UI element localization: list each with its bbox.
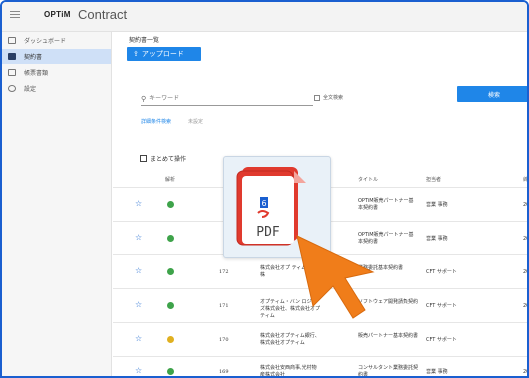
contract-date: 20 <box>523 269 529 275</box>
contract-owner: CFT サポート <box>426 269 457 275</box>
contract-date: 20 <box>523 236 529 242</box>
contract-date: 20 <box>523 303 529 309</box>
sidebar-item-label: 契約書 <box>24 54 43 61</box>
column-date[interactable]: 締 <box>523 176 527 183</box>
sidebar-item-dashboard[interactable]: ダッシュボード <box>2 33 111 48</box>
contract-owner: CFT サポート <box>426 337 457 343</box>
sidebar-item-contracts[interactable]: 契約書 <box>2 49 111 64</box>
sidebar-item-label: 設定 <box>24 86 37 93</box>
favorite-star-icon[interactable]: ☆ <box>135 334 142 343</box>
favorite-star-icon[interactable]: ☆ <box>135 300 142 309</box>
contract-owner: CFT サポート <box>426 303 457 309</box>
bulk-action-icon <box>140 155 147 162</box>
sidebar: ダッシュボード 契約書 帳票書類 設定 <box>2 32 112 376</box>
advanced-search-link[interactable]: 詳細条件検索 <box>141 118 171 125</box>
advanced-search-status: 未設定 <box>188 119 204 125</box>
app-window: OPTiM Contract ダッシュボード 契約書 帳票書類 設定 契約書一覧… <box>0 0 529 378</box>
sidebar-item-label: ダッシュボード <box>24 38 67 45</box>
contract-title: 販売パートナー基本契約書 <box>358 333 419 339</box>
pdf-badge: 6 <box>261 199 266 208</box>
sidebar-item-settings[interactable]: 設定 <box>2 81 111 96</box>
bulk-action[interactable]: まとめて操作 <box>140 154 186 163</box>
dashboard-icon <box>8 37 16 44</box>
page-title: 契約書一覧 <box>129 37 160 44</box>
contract-date: 20 <box>523 369 529 375</box>
column-title[interactable]: タイトル <box>358 176 378 183</box>
contract-number: 169 <box>219 369 229 375</box>
bulk-action-label: まとめて操作 <box>150 156 187 163</box>
favorite-star-icon[interactable]: ☆ <box>135 266 142 275</box>
fulltext-checkbox[interactable] <box>314 94 320 101</box>
upload-button-label: アップロード <box>141 50 184 58</box>
table-row[interactable]: ☆ 170 株式会社オプティム銀行、株式会社オプティム 販売パートナー基本契約書 CFT… <box>113 322 527 356</box>
contract-icon <box>8 53 16 60</box>
contract-number: 171 <box>219 303 229 309</box>
search-icon: ⚲ <box>141 94 147 103</box>
fulltext-option[interactable]: 全文検索 <box>314 94 343 101</box>
analysis-status-icon <box>167 268 174 275</box>
app-name: Contract <box>78 7 128 22</box>
contract-parties: 株式会社オプティム銀行、株式会社オプティム <box>260 333 320 346</box>
contract-title: コンサルタント業務委託契約書 <box>358 365 419 378</box>
favorite-star-icon[interactable]: ☆ <box>135 199 142 208</box>
column-owner[interactable]: 担当者 <box>426 176 441 183</box>
menu-icon[interactable] <box>10 11 20 19</box>
search-button[interactable]: 検索 <box>457 86 527 102</box>
favorite-star-icon[interactable]: ☆ <box>135 366 142 375</box>
drag-cursor-icon <box>296 235 375 319</box>
table-row[interactable]: ☆ 169 株式会社安西商事,光村物産株式会社 コンサルタント業務委託契約書 営業 事務… <box>113 356 529 378</box>
sidebar-item-documents[interactable]: 帳票書類 <box>2 65 111 80</box>
upload-icon: ⇪ <box>133 50 139 58</box>
contract-title: OPTiM販売パートナー基本契約書 <box>358 198 414 211</box>
app-logo: OPTiM <box>44 10 71 19</box>
search-input[interactable] <box>149 95 300 102</box>
search-field: ⚲ <box>141 92 313 106</box>
fulltext-label: 全文検索 <box>323 95 344 101</box>
sidebar-item-label: 帳票書類 <box>24 70 49 77</box>
contract-date: 20 <box>523 202 529 208</box>
analysis-status-icon <box>167 368 174 375</box>
contract-owner: 営業 事務 <box>426 202 448 208</box>
contract-owner: 営業 事務 <box>426 236 448 242</box>
gear-icon <box>8 85 16 92</box>
column-analysis[interactable]: 解析 <box>165 176 175 183</box>
pdf-label: PDF <box>256 225 280 240</box>
contract-parties: 株式会社安西商事,光村物産株式会社 <box>260 365 317 378</box>
upload-button[interactable]: ⇪ アップロード <box>127 47 201 61</box>
contract-owner: 営業 事務 <box>426 369 448 375</box>
top-bar: OPTiM Contract <box>2 2 527 32</box>
contract-number: 170 <box>219 337 229 343</box>
analysis-status-icon <box>167 302 174 309</box>
analysis-status-icon <box>167 336 174 343</box>
contract-number: 172 <box>219 269 229 275</box>
favorite-star-icon[interactable]: ☆ <box>135 233 142 242</box>
document-icon <box>8 69 16 76</box>
analysis-status-icon <box>167 235 174 242</box>
analysis-status-icon <box>167 201 174 208</box>
